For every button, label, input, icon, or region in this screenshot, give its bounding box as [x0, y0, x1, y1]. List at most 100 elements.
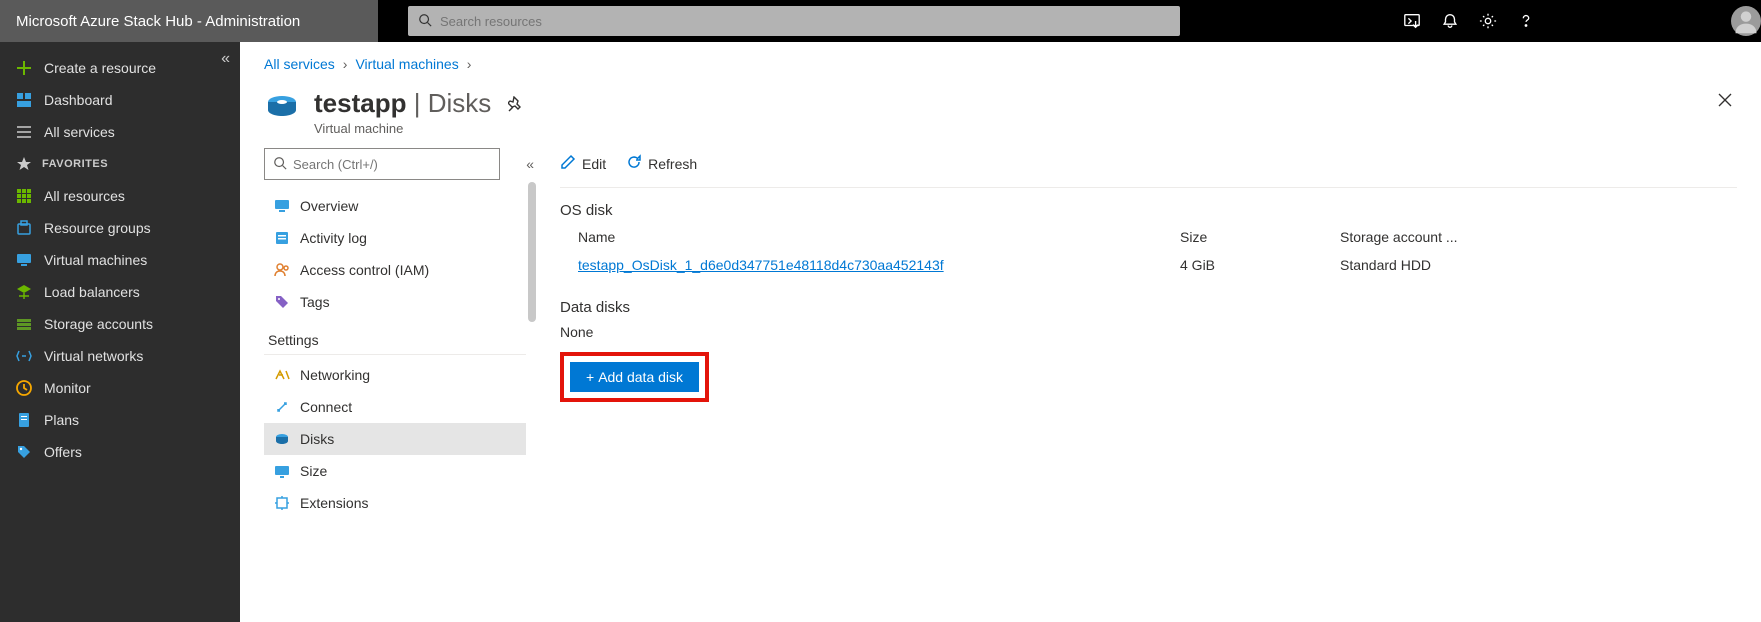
blade-name: Disks — [428, 88, 492, 118]
res-item-overview[interactable]: Overview — [264, 190, 526, 222]
button-label: Add data disk — [598, 369, 683, 385]
sidebar-item-label: All resources — [44, 188, 125, 204]
sidebar-item-virtual-networks[interactable]: Virtual networks — [0, 340, 240, 372]
os-disk-link[interactable]: testapp_OsDisk_1_d6e0d347751e48118d4c730… — [560, 257, 1180, 273]
content: All services › Virtual machines › testap… — [240, 42, 1761, 622]
res-item-label: Size — [300, 463, 327, 479]
extensions-icon — [274, 495, 290, 511]
tags-icon — [274, 294, 290, 310]
grid-header: Name Size Storage account ... — [560, 229, 1737, 245]
scrollbar[interactable] — [528, 182, 536, 322]
activity-log-icon — [274, 230, 290, 246]
search-icon — [273, 156, 293, 173]
table-row: testapp_OsDisk_1_d6e0d347751e48118d4c730… — [560, 257, 1737, 273]
user-avatar[interactable] — [1731, 6, 1761, 36]
pin-icon[interactable] — [508, 99, 524, 115]
sidebar-item-label: Virtual networks — [44, 348, 143, 364]
res-heading-settings: Settings — [264, 318, 526, 355]
search-icon — [418, 13, 440, 30]
settings-icon[interactable] — [1479, 12, 1497, 30]
grid-icon — [16, 188, 32, 204]
sidebar-item-label: Dashboard — [44, 92, 113, 108]
res-item-networking[interactable]: Networking — [264, 359, 526, 391]
col-header-name[interactable]: Name — [560, 229, 1180, 245]
command-bar: Edit Refresh — [560, 148, 1737, 188]
sidebar: « Create a resource Dashboard All servic… — [0, 42, 240, 622]
account-area[interactable] — [1553, 0, 1723, 42]
resource-menu-collapse-icon[interactable]: « — [526, 156, 534, 172]
res-item-label: Overview — [300, 198, 358, 214]
networking-icon — [274, 367, 290, 383]
edit-icon — [560, 154, 576, 173]
global-search-input[interactable] — [440, 14, 1170, 29]
vnet-icon — [16, 348, 32, 364]
vm-icon — [16, 252, 32, 268]
res-item-tags[interactable]: Tags — [264, 286, 526, 318]
detail-pane: Edit Refresh OS disk Name Size Storage a… — [534, 148, 1737, 608]
topbar-icons — [1385, 12, 1553, 30]
sidebar-item-offers[interactable]: Offers — [0, 436, 240, 468]
add-data-disk-button[interactable]: + Add data disk — [570, 362, 699, 392]
sidebar-item-plans[interactable]: Plans — [0, 404, 240, 436]
breadcrumb-virtual-machines[interactable]: Virtual machines — [355, 56, 458, 72]
res-item-activity-log[interactable]: Activity log — [264, 222, 526, 254]
res-item-label: Activity log — [300, 230, 367, 246]
sidebar-all-services[interactable]: All services — [0, 116, 240, 148]
connect-icon — [274, 399, 290, 415]
sidebar-create-resource[interactable]: Create a resource — [0, 52, 240, 84]
resource-menu: « Overview Activity log Access control (… — [264, 148, 534, 608]
disk-icon — [264, 90, 300, 126]
sidebar-item-storage-accounts[interactable]: Storage accounts — [0, 308, 240, 340]
res-item-label: Disks — [300, 431, 334, 447]
cloud-shell-icon[interactable] — [1403, 12, 1421, 30]
resource-group-icon — [16, 220, 32, 236]
topbar-title: Microsoft Azure Stack Hub - Administrati… — [0, 0, 378, 42]
sidebar-favorites-heading: FAVORITES — [0, 148, 240, 180]
star-icon — [16, 156, 32, 172]
sidebar-item-label: Offers — [44, 444, 82, 460]
plans-icon — [16, 412, 32, 428]
notifications-icon[interactable] — [1441, 12, 1459, 30]
dashboard-icon — [16, 92, 32, 108]
col-header-size[interactable]: Size — [1180, 229, 1340, 245]
resource-menu-search[interactable] — [264, 148, 500, 180]
res-item-label: Extensions — [300, 495, 368, 511]
res-item-access-control[interactable]: Access control (IAM) — [264, 254, 526, 286]
res-item-size[interactable]: Size — [264, 455, 526, 487]
resource-menu-search-input[interactable] — [293, 157, 491, 172]
res-item-extensions[interactable]: Extensions — [264, 487, 526, 519]
res-item-label: Tags — [300, 294, 330, 310]
plus-icon — [16, 60, 32, 76]
sidebar-item-resource-groups[interactable]: Resource groups — [0, 212, 240, 244]
res-item-connect[interactable]: Connect — [264, 391, 526, 423]
list-icon — [16, 124, 32, 140]
data-disks-none: None — [560, 324, 1737, 340]
sidebar-item-load-balancers[interactable]: Load balancers — [0, 276, 240, 308]
section-os-disk: OS disk — [560, 202, 1737, 219]
sidebar-dashboard[interactable]: Dashboard — [0, 84, 240, 116]
chevron-right-icon: › — [467, 56, 472, 72]
sidebar-collapse-icon[interactable]: « — [221, 50, 230, 68]
os-disk-size: 4 GiB — [1180, 257, 1340, 273]
help-icon[interactable] — [1517, 12, 1535, 30]
col-header-storage[interactable]: Storage account ... — [1340, 229, 1737, 245]
offers-icon — [16, 444, 32, 460]
breadcrumb: All services › Virtual machines › — [264, 56, 1737, 72]
sidebar-item-virtual-machines[interactable]: Virtual machines — [0, 244, 240, 276]
sidebar-item-label: Load balancers — [44, 284, 140, 300]
sidebar-item-all-resources[interactable]: All resources — [0, 180, 240, 212]
breadcrumb-all-services[interactable]: All services — [264, 56, 335, 72]
sidebar-item-label: Create a resource — [44, 60, 156, 76]
close-icon[interactable] — [1717, 92, 1733, 111]
add-disk-highlight: + Add data disk — [560, 352, 709, 402]
res-item-label: Networking — [300, 367, 370, 383]
topbar: Microsoft Azure Stack Hub - Administrati… — [0, 0, 1761, 42]
plus-icon: + — [586, 369, 594, 385]
sidebar-item-label: Plans — [44, 412, 79, 428]
global-search[interactable] — [408, 6, 1180, 36]
size-icon — [274, 463, 290, 479]
cmd-refresh[interactable]: Refresh — [626, 154, 697, 173]
cmd-edit[interactable]: Edit — [560, 154, 606, 173]
res-item-disks[interactable]: Disks — [264, 423, 526, 455]
sidebar-item-monitor[interactable]: Monitor — [0, 372, 240, 404]
